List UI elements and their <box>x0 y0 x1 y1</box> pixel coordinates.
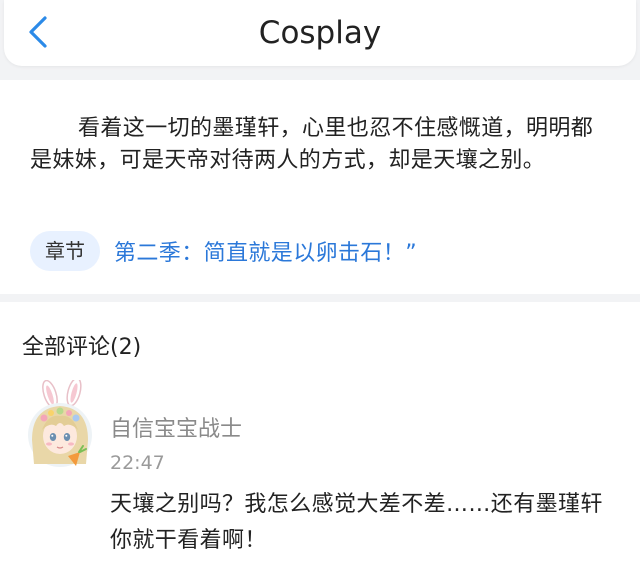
comment-time: 22:47 <box>110 452 165 474</box>
article-card: 看着这一切的墨瑾轩，心里也忍不住感慨道，明明都是妹妹，可是天帝对待两人的方式，却… <box>0 80 640 294</box>
top-bar: Cosplay <box>4 0 636 66</box>
comments-section: 全部评论(2) 自信宝宝战士 22:47 天壤之别吗？我怎么感觉大差不差……还有… <box>0 302 640 565</box>
comments-header: 全部评论(2) <box>22 335 142 360</box>
comment-username[interactable]: 自信宝宝战士 <box>110 411 242 443</box>
article-quote: 看着这一切的墨瑾轩，心里也忍不住感慨道，明明都是妹妹，可是天帝对待两人的方式，却… <box>30 116 594 173</box>
avatar[interactable] <box>20 380 100 470</box>
comment-text: 天壤之别吗？我怎么感觉大差不差……还有墨瑾轩你就干看着啊！ <box>110 492 603 553</box>
chapter-row[interactable]: 章节 第二季：简直就是以卵击石！” <box>30 231 417 271</box>
chapter-badge: 章节 <box>30 231 100 271</box>
chapter-link[interactable]: 第二季：简直就是以卵击石！” <box>114 235 417 267</box>
page-title: Cosplay <box>258 15 382 51</box>
